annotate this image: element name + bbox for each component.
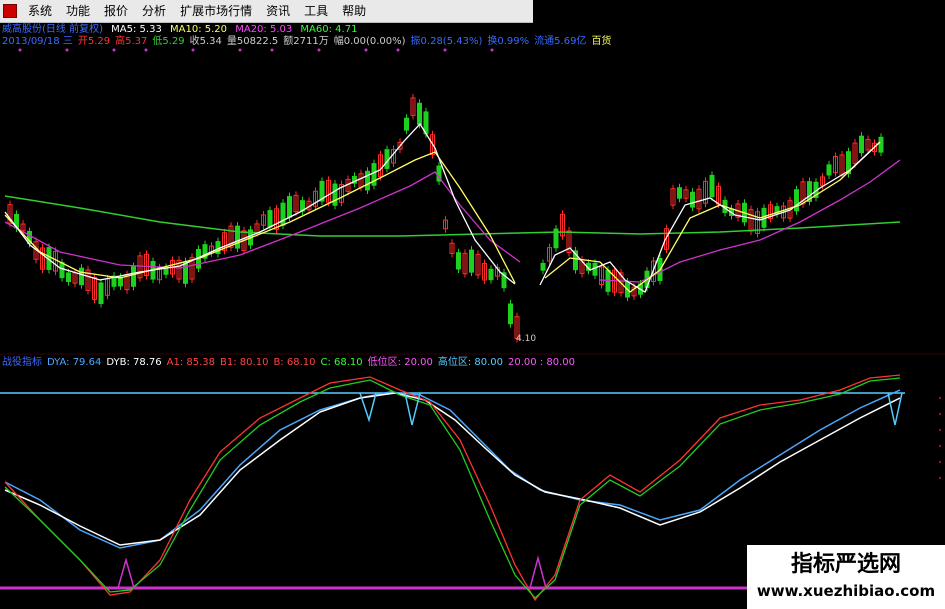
candle-down [267,210,273,228]
axis-tick [939,477,941,479]
event-marker-dot [65,48,69,52]
candle-down [508,303,513,325]
candle-down [59,262,65,279]
chart-area[interactable]: 4.10 [0,0,945,609]
event-marker-dot [238,48,242,52]
candle-down [709,174,715,198]
candle-down [677,187,682,199]
watermark-url: www.xuezhibiao.com [756,582,936,600]
candle-down [592,262,598,276]
candle-down [66,272,71,282]
candle-down [98,282,104,304]
axis-tick [939,445,941,447]
dya-line [4,389,901,549]
candle-down [404,117,409,131]
candle-down [183,261,188,284]
candle-down [365,170,370,191]
candle-down [118,276,123,287]
candle-down [235,225,240,249]
axis-tick [939,413,941,415]
event-marker-dot [396,48,400,52]
ma20-line-right [599,159,901,283]
low-zone-v-marker [117,557,135,589]
candle-down [826,164,832,176]
event-marker-dot [270,48,274,52]
candle-down [878,136,884,153]
candle-down [469,249,474,273]
candle-down [287,196,292,218]
candle-down [690,191,695,208]
candle-down [417,102,422,125]
candle-down [332,183,338,206]
event-marker-dot [443,48,447,52]
axis-tick [939,429,941,431]
event-marker-dot [112,48,116,52]
candle-down [488,268,494,281]
candle-down [794,189,799,212]
watermark: 指标严选网 www.xuezhibiao.com [747,545,945,609]
event-marker-dot [490,48,494,52]
event-marker-dot [18,48,22,52]
candle-down [859,135,864,154]
high-zone-v-marker [887,392,903,426]
event-marker-dot [364,48,368,52]
event-marker-dot [144,48,148,52]
candle-down [540,262,546,271]
ma20-line [4,171,521,269]
ma5-line [4,122,516,285]
candle-down [79,267,84,286]
low-price-tag: 4.10 [516,334,536,344]
candle-down [456,252,461,270]
watermark-title: 指标严选网 [790,552,901,577]
dyb-line [4,392,901,546]
axis-tick [939,397,941,399]
axis-tick [939,461,941,463]
event-marker-dot [191,48,195,52]
low-zone-v-marker [529,555,547,589]
candle-down [131,266,136,287]
event-marker-dot [317,48,321,52]
